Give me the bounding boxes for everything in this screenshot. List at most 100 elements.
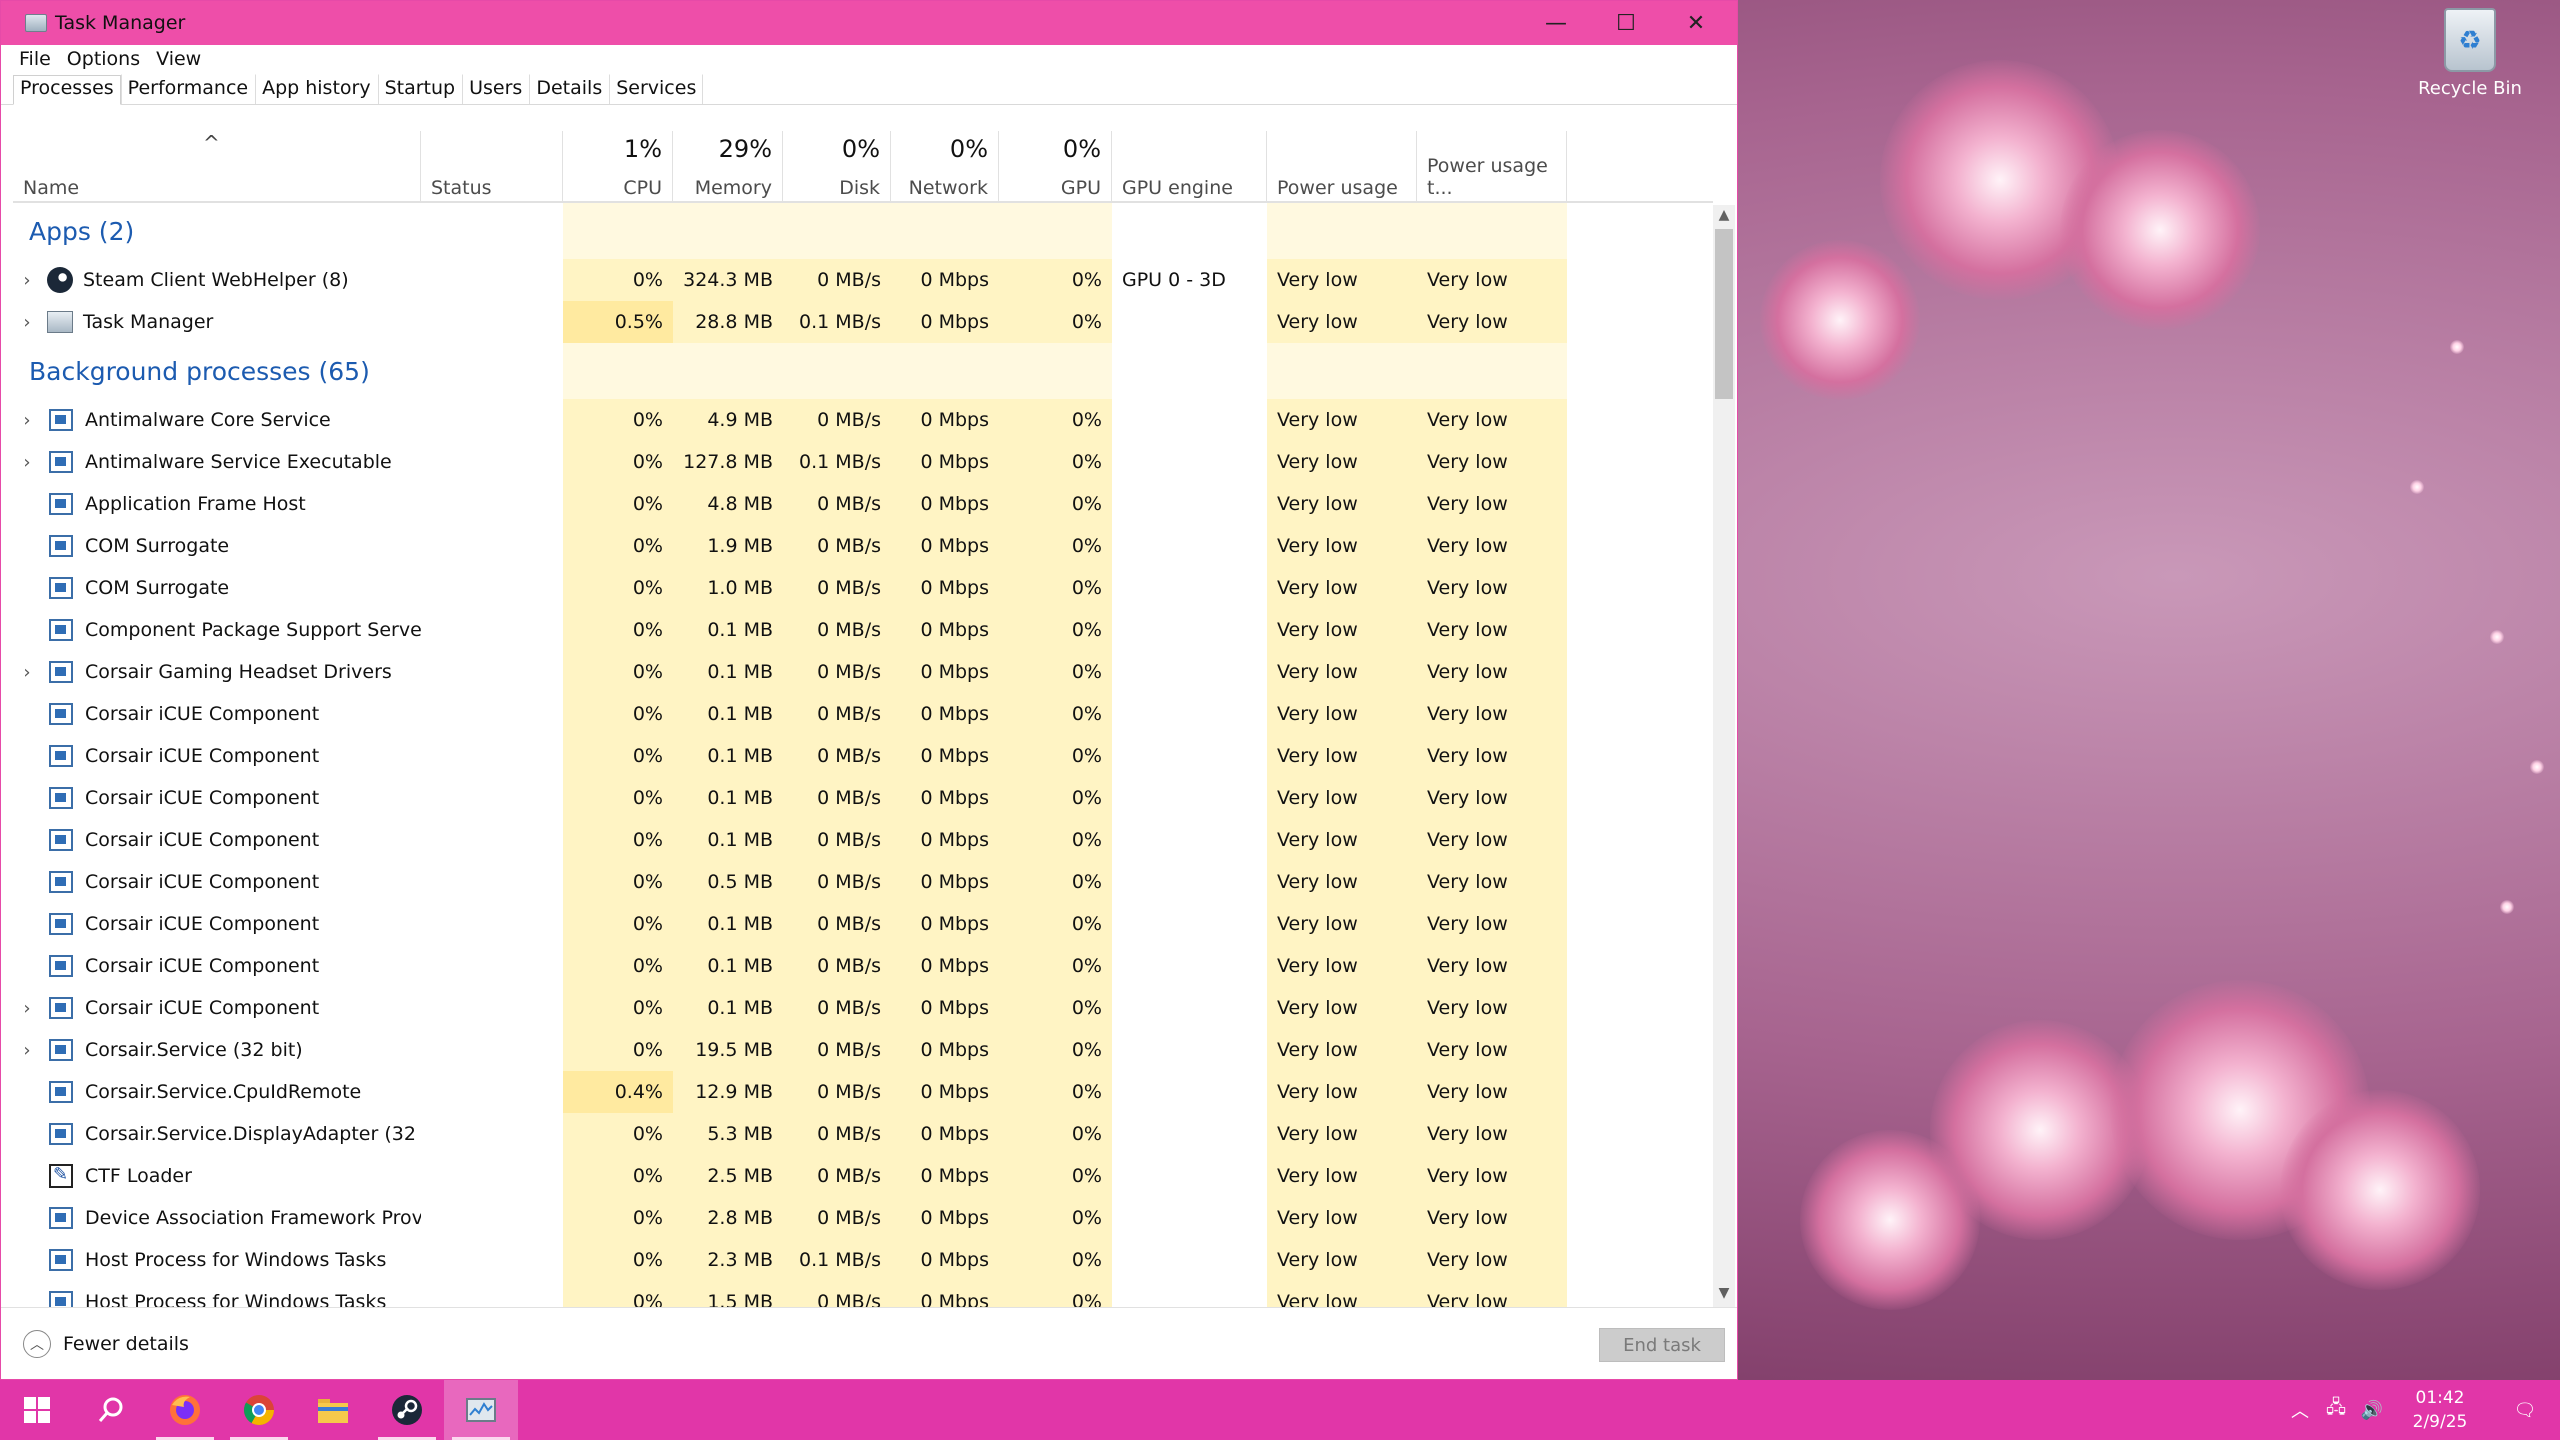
table-row[interactable]: Corsair iCUE Component 0% 0.1 MB 0 MB/s 0 Mb… <box>13 735 1713 777</box>
cpu-cell: 0% <box>563 1155 673 1197</box>
column-cpu[interactable]: 1% CPU <box>563 131 673 203</box>
group-header[interactable]: Apps (2) <box>13 203 1713 259</box>
tab-users[interactable]: Users <box>462 74 529 104</box>
cpu-cell: 0% <box>563 525 673 567</box>
column-name[interactable]: ^ Name <box>13 131 421 203</box>
table-row[interactable]: COM Surrogate 0% 1.0 MB 0 MB/s 0 Mbps 0% Very … <box>13 567 1713 609</box>
table-row[interactable]: Corsair iCUE Component 0% 0.1 MB 0 MB/s 0 Mb… <box>13 819 1713 861</box>
menu-options[interactable]: Options <box>61 48 146 70</box>
table-row[interactable]: Host Process for Windows Tasks 0% 2.3 MB 0.… <box>13 1239 1713 1281</box>
table-row[interactable]: Corsair iCUE Component 0% 0.1 MB 0 MB/s 0 Mb… <box>13 903 1713 945</box>
tab-app-history[interactable]: App history <box>255 74 378 104</box>
chevron-right-icon[interactable]: › <box>13 312 41 333</box>
chevron-right-icon[interactable]: › <box>13 452 41 473</box>
table-row[interactable]: Corsair iCUE Component 0% 0.1 MB 0 MB/s 0 Mb… <box>13 945 1713 987</box>
menu-file[interactable]: File <box>13 48 57 70</box>
chevron-right-icon[interactable]: › <box>13 998 41 1019</box>
power-usage-cell: Very low <box>1267 735 1417 777</box>
clock[interactable]: 01:42 2/9/25 <box>2390 1386 2490 1434</box>
tab-processes[interactable]: Processes <box>13 75 121 105</box>
minimize-button[interactable]: — <box>1521 1 1591 45</box>
table-row[interactable]: › Corsair Gaming Headset Drivers 0% 0.1 MB 0… <box>13 651 1713 693</box>
taskbar-task-manager[interactable] <box>444 1380 518 1440</box>
table-row[interactable]: Application Frame Host 0% 4.8 MB 0 MB/s 0 Mb… <box>13 483 1713 525</box>
chevron-right-icon[interactable]: › <box>13 1040 41 1061</box>
table-row[interactable]: › Steam Client WebHelper (8) 0% 324.3 MB 0 M… <box>13 259 1713 301</box>
gpu-engine-cell <box>1112 903 1267 945</box>
start-button[interactable] <box>0 1380 74 1440</box>
tab-services[interactable]: Services <box>609 74 704 104</box>
taskbar-firefox[interactable] <box>148 1380 222 1440</box>
table-row[interactable]: COM Surrogate 0% 1.9 MB 0 MB/s 0 Mbps 0% Very … <box>13 525 1713 567</box>
chevron-right-icon[interactable]: › <box>13 410 41 431</box>
table-row[interactable]: › Antimalware Core Service 0% 4.9 MB 0 MB/s 0… <box>13 399 1713 441</box>
network-icon[interactable]: 🖧 <box>2318 1395 2354 1425</box>
column-disk[interactable]: 0% Disk <box>783 131 891 203</box>
process-name-cell: Device Association Framework Provider... <box>13 1197 421 1239</box>
column-power-usage[interactable]: Power usage <box>1267 131 1417 203</box>
show-hidden-icons-icon[interactable]: ︿ <box>2282 1397 2318 1423</box>
taskbar-chrome[interactable] <box>222 1380 296 1440</box>
process-icon <box>49 493 73 515</box>
end-task-button[interactable]: End task <box>1599 1328 1725 1362</box>
taskbar-steam[interactable] <box>370 1380 444 1440</box>
table-row[interactable]: Host Process for Windows Tasks 0% 1.5 MB 0 … <box>13 1281 1713 1307</box>
group-header[interactable]: Background processes (65) <box>13 343 1713 399</box>
column-memory[interactable]: 29% Memory <box>673 131 783 203</box>
fewer-details-button[interactable]: ︿ Fewer details <box>23 1329 189 1358</box>
gpu-cell: 0% <box>999 819 1112 861</box>
search-button[interactable] <box>74 1380 148 1440</box>
table-row[interactable]: › Antimalware Service Executable 0% 127.8 M… <box>13 441 1713 483</box>
disk-cell: 0 MB/s <box>783 651 891 693</box>
gpu-engine-cell <box>1112 1029 1267 1071</box>
process-icon <box>49 1291 73 1307</box>
taskbar-file-explorer[interactable] <box>296 1380 370 1440</box>
scroll-down-icon[interactable]: ▼ <box>1713 1285 1735 1305</box>
column-gpu[interactable]: 0% GPU <box>999 131 1112 203</box>
scroll-up-icon[interactable]: ▲ <box>1713 207 1735 227</box>
memory-cell: 0.1 MB <box>673 735 783 777</box>
tab-performance[interactable]: Performance <box>120 74 255 104</box>
table-row[interactable]: Corsair iCUE Component 0% 0.1 MB 0 MB/s 0 Mb… <box>13 693 1713 735</box>
process-name-cell: › Antimalware Core Service <box>13 399 421 441</box>
power-usage-trend-cell: Very low <box>1417 259 1567 301</box>
menu-view[interactable]: View <box>150 48 207 70</box>
column-network[interactable]: 0% Network <box>891 131 999 203</box>
power-usage-cell: Very low <box>1267 861 1417 903</box>
column-gpu-engine[interactable]: GPU engine <box>1112 131 1267 203</box>
maximize-button[interactable]: ☐ <box>1591 1 1661 45</box>
notification-icon[interactable]: 🗨 <box>2490 1400 2560 1421</box>
table-row[interactable]: Device Association Framework Provider...… <box>13 1197 1713 1239</box>
table-row[interactable]: Corsair.Service.CpuIdRemote 0.4% 12.9 MB 0 … <box>13 1071 1713 1113</box>
scrollbar-thumb[interactable] <box>1715 229 1733 399</box>
power-usage-cell: Very low <box>1267 483 1417 525</box>
tab-startup[interactable]: Startup <box>377 74 463 104</box>
table-row[interactable]: Component Package Support Server 0% 0.1 MB… <box>13 609 1713 651</box>
title-bar[interactable]: Task Manager — ☐ ✕ <box>1 1 1737 45</box>
tab-details[interactable]: Details <box>529 74 609 104</box>
vertical-scrollbar[interactable]: ▲ ▼ <box>1713 205 1735 1307</box>
column-status[interactable]: Status <box>421 131 563 203</box>
column-power-usage-trend[interactable]: Power usage t... <box>1417 131 1567 203</box>
table-row[interactable]: Corsair iCUE Component 0% 0.5 MB 0 MB/s 0 Mb… <box>13 861 1713 903</box>
network-cell: 0 Mbps <box>891 1197 999 1239</box>
network-cell: 0 Mbps <box>891 1281 999 1307</box>
chevron-right-icon[interactable]: › <box>13 270 41 291</box>
status-cell <box>421 1029 563 1071</box>
chevron-right-icon[interactable]: › <box>13 662 41 683</box>
table-row[interactable]: › Task Manager 0.5% 28.8 MB 0.1 MB/s 0 Mbps 0%… <box>13 301 1713 343</box>
power-usage-trend-cell: Very low <box>1417 1239 1567 1281</box>
table-row[interactable]: CTF Loader0%2.5 MB0 MB/s0 Mbps0%Very low… <box>13 1155 1713 1197</box>
table-row[interactable]: Corsair iCUE Component 0% 0.1 MB 0 MB/s 0 Mb… <box>13 777 1713 819</box>
group-spacer-cell <box>1112 203 1267 259</box>
close-button[interactable]: ✕ <box>1661 1 1731 45</box>
gpu-cell: 0% <box>999 1029 1112 1071</box>
recycle-bin-shortcut[interactable]: Recycle Bin <box>2400 8 2540 118</box>
disk-cell: 0 MB/s <box>783 1155 891 1197</box>
status-cell <box>421 1071 563 1113</box>
table-row[interactable]: Corsair.Service.DisplayAdapter (32 bit) 0… <box>13 1113 1713 1155</box>
disk-cell: 0 MB/s <box>783 483 891 525</box>
table-row[interactable]: › Corsair iCUE Component 0% 0.1 MB 0 MB/s 0 M… <box>13 987 1713 1029</box>
table-row[interactable]: › Corsair.Service (32 bit) 0% 19.5 MB 0 MB/s… <box>13 1029 1713 1071</box>
volume-icon[interactable]: 🔊 <box>2354 1400 2390 1421</box>
